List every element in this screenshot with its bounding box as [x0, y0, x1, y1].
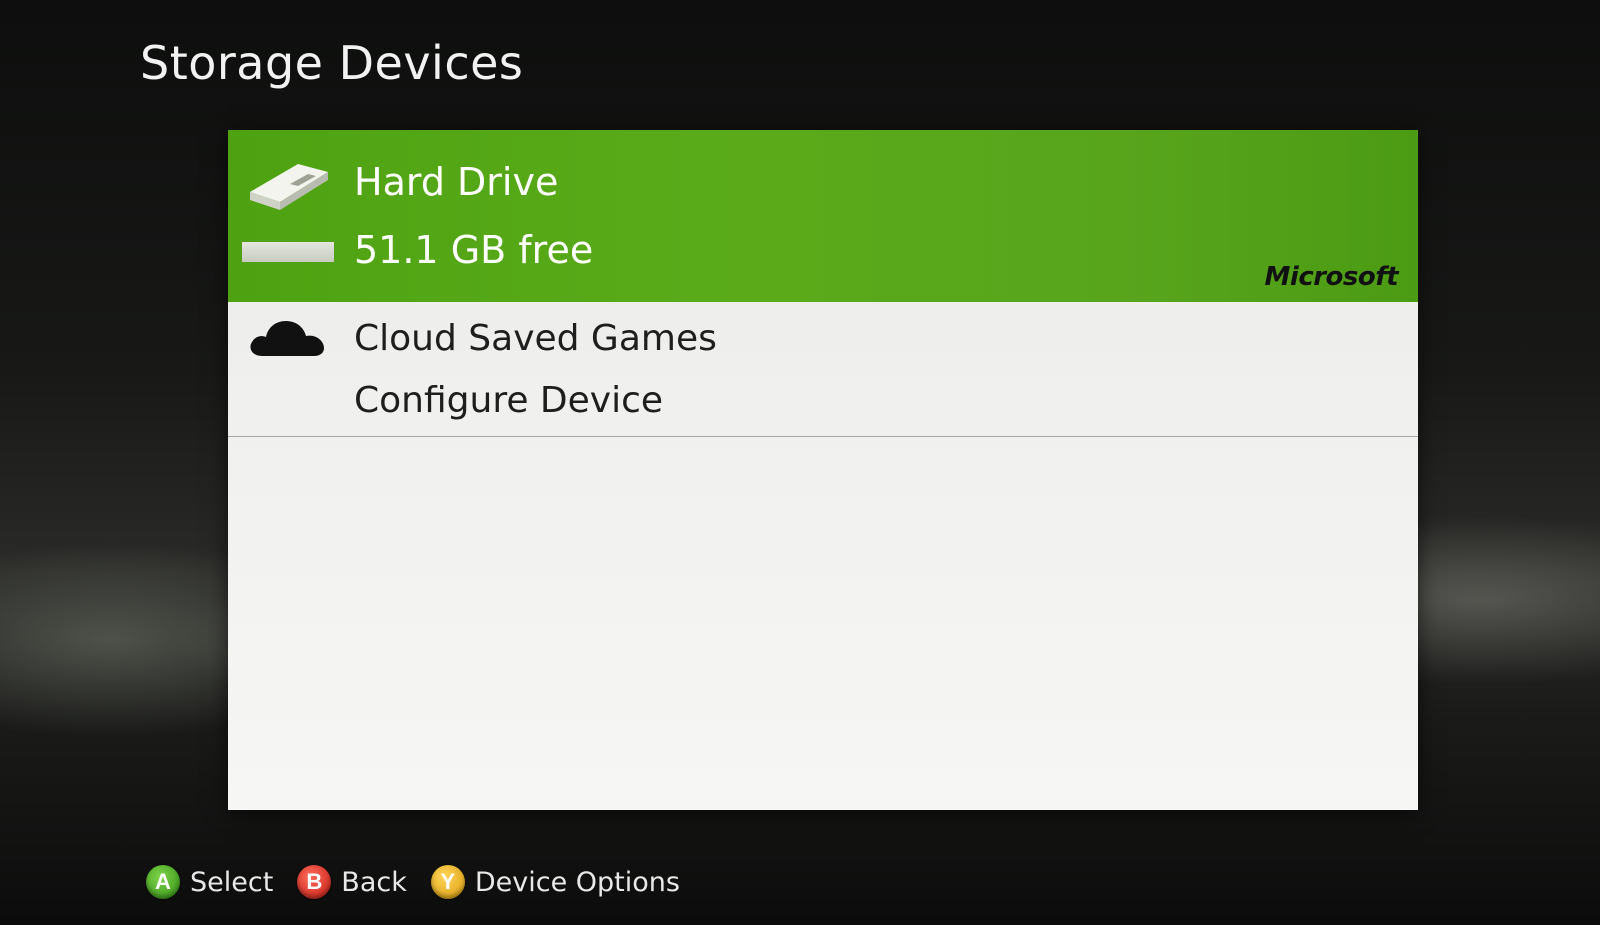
a-button-icon: A [146, 865, 180, 899]
device-options-hint[interactable]: Y Device Options [430, 865, 680, 899]
device-name: Hard Drive [354, 160, 559, 204]
hard-drive-icon [250, 164, 328, 210]
cloud-saved-games-item[interactable]: Cloud Saved Games [228, 302, 1418, 374]
b-button-icon: B [297, 865, 332, 899]
storage-device-list: Hard Drive 51.1 GB free Microsoft Cloud … [228, 130, 1418, 810]
configure-device-item[interactable]: Configure Device [228, 374, 1418, 434]
cloud-icon [250, 321, 324, 356]
device-options-label: Device Options [474, 866, 680, 898]
select-label: Select [190, 866, 274, 898]
y-button-icon: Y [430, 865, 465, 899]
back-label: Back [341, 866, 407, 898]
microsoft-logo: Microsoft [1264, 262, 1399, 292]
page-title: Storage Devices [140, 36, 524, 90]
configure-device-label: Configure Device [354, 380, 664, 421]
back-hint[interactable]: B Back [297, 865, 407, 899]
list-divider [228, 436, 1418, 437]
capacity-bar [242, 242, 334, 262]
button-hints: A Select B Back Y Device Options [146, 862, 680, 902]
device-free-space: 51.1 GB free [354, 228, 594, 272]
select-hint[interactable]: A Select [146, 865, 273, 899]
hard-drive-item[interactable]: Hard Drive 51.1 GB free Microsoft [228, 130, 1418, 302]
cloud-saved-games-label: Cloud Saved Games [354, 318, 717, 359]
capacity-fill [242, 242, 334, 262]
